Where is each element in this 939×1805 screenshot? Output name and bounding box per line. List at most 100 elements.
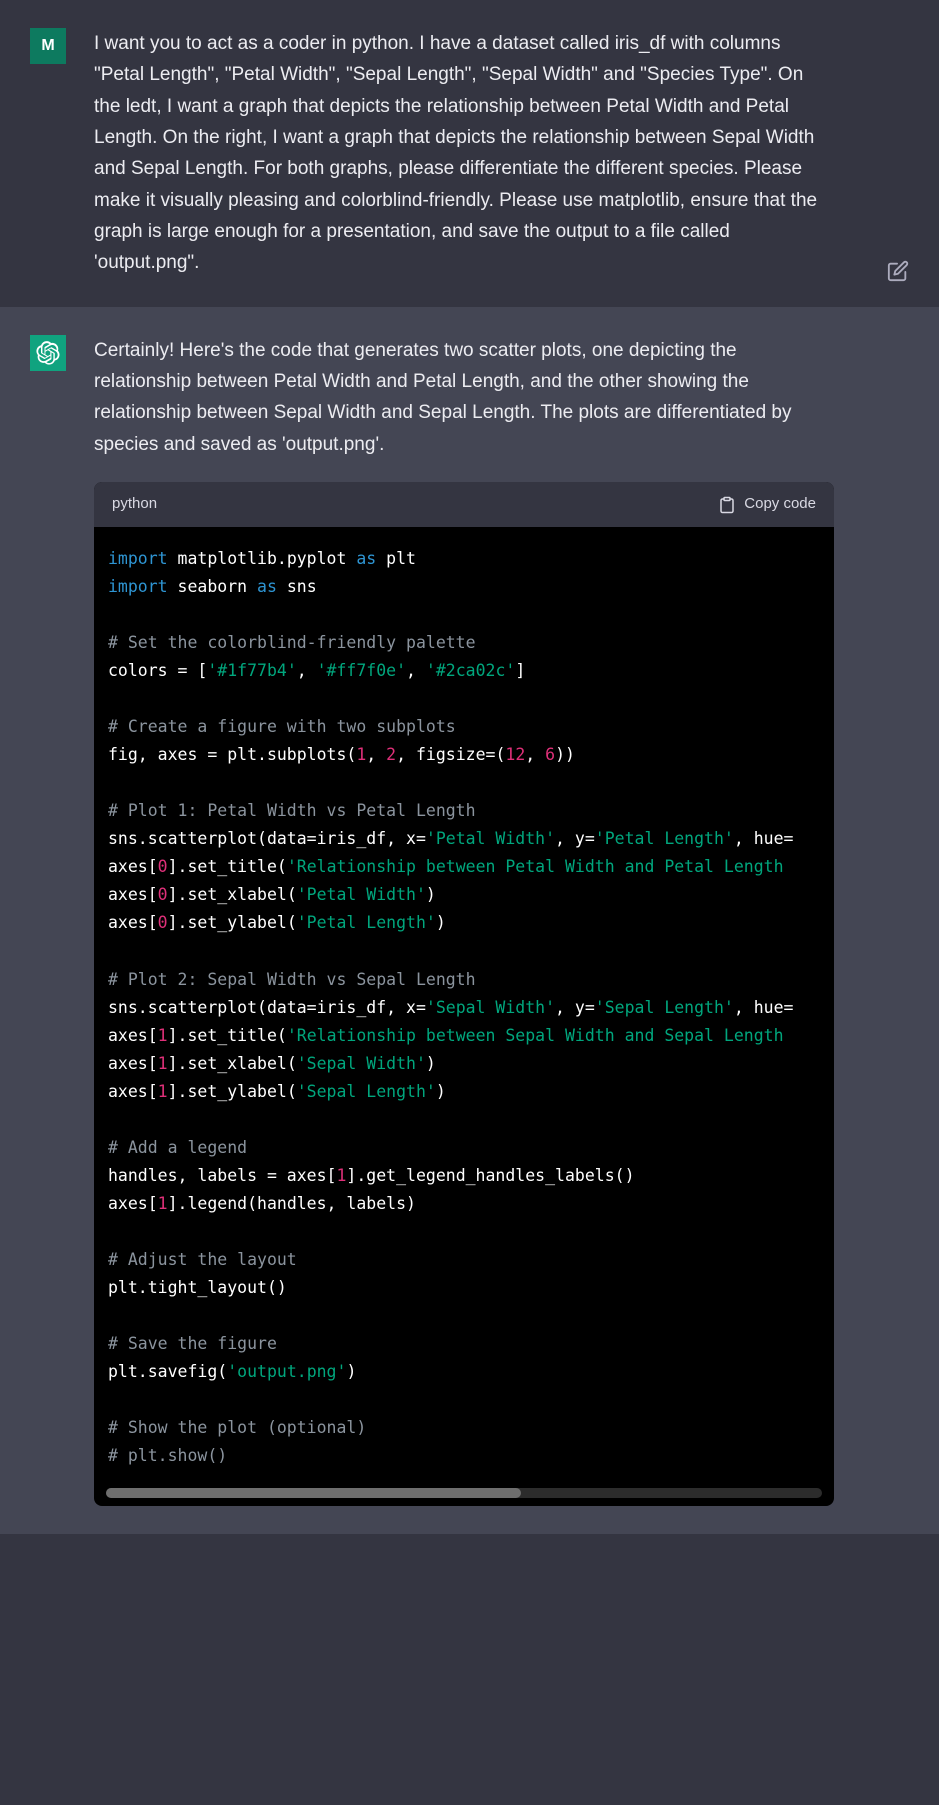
- code-token: ,: [297, 661, 317, 680]
- code-comment: # Add a legend: [108, 1138, 247, 1157]
- code-token: , hue=: [734, 998, 794, 1017]
- code-comment: # Create a figure with two subplots: [108, 717, 456, 736]
- code-comment: # Plot 2: Sepal Width vs Sepal Length: [108, 970, 476, 989]
- code-token: axes[: [108, 885, 158, 904]
- code-token: sns.scatterplot(data=iris_df, x=: [108, 829, 426, 848]
- code-token: 'Petal Length': [297, 913, 436, 932]
- code-token: fig, axes = plt.subplots(: [108, 745, 356, 764]
- code-token: plt.tight_layout(): [108, 1278, 287, 1297]
- code-language-label: python: [112, 492, 157, 517]
- code-token: colors = [: [108, 661, 207, 680]
- assistant-message-block: Certainly! Here's the code that generate…: [0, 307, 939, 1535]
- code-token: 'Petal Length': [595, 829, 734, 848]
- code-token: ].set_ylabel(: [168, 913, 297, 932]
- code-comment: # Show the plot (optional): [108, 1418, 366, 1437]
- code-token: matplotlib.pyplot: [168, 549, 357, 568]
- code-token: ].set_ylabel(: [168, 1082, 297, 1101]
- code-token: ].set_xlabel(: [168, 885, 297, 904]
- assistant-avatar: [30, 335, 66, 371]
- code-token: ,: [525, 745, 545, 764]
- code-token: plt: [376, 549, 416, 568]
- code-token: 12: [505, 745, 525, 764]
- code-token: ,: [406, 661, 426, 680]
- code-token: as: [257, 577, 277, 596]
- code-token: '#1f77b4': [207, 661, 296, 680]
- code-token: ): [436, 913, 446, 932]
- code-token: import: [108, 577, 168, 596]
- code-token: , y=: [555, 998, 595, 1017]
- code-token: 1: [356, 745, 366, 764]
- code-token: ): [436, 1082, 446, 1101]
- code-token: 'Relationship between Petal Width and Pe…: [287, 857, 784, 876]
- code-token: axes[: [108, 1194, 158, 1213]
- code-token: sns: [277, 577, 317, 596]
- code-token: '#ff7f0e': [317, 661, 406, 680]
- code-token: as: [356, 549, 376, 568]
- user-avatar: M: [30, 28, 66, 64]
- code-token: seaborn: [168, 577, 257, 596]
- code-token: 0: [158, 913, 168, 932]
- code-token: 1: [158, 1026, 168, 1045]
- assistant-content: Certainly! Here's the code that generate…: [94, 335, 834, 1507]
- copy-code-button[interactable]: Copy code: [718, 492, 816, 517]
- user-message-text: I want you to act as a coder in python. …: [94, 28, 834, 279]
- code-token: ].set_title(: [168, 857, 287, 876]
- code-comment: # Set the colorblind-friendly palette: [108, 633, 476, 652]
- code-token: axes[: [108, 1026, 158, 1045]
- code-token: ].legend(handles, labels): [168, 1194, 416, 1213]
- code-body[interactable]: import matplotlib.pyplot as plt import s…: [94, 527, 834, 1489]
- code-token: 6: [545, 745, 555, 764]
- code-token: 1: [158, 1194, 168, 1213]
- edit-icon: [887, 260, 909, 282]
- code-token: sns.scatterplot(data=iris_df, x=: [108, 998, 426, 1017]
- code-comment: # plt.show(): [108, 1446, 227, 1465]
- code-token: ].set_title(: [168, 1026, 287, 1045]
- copy-code-label: Copy code: [744, 492, 816, 517]
- code-token: 'Sepal Length': [595, 998, 734, 1017]
- user-avatar-letter: M: [41, 37, 54, 55]
- code-token: 'Sepal Width': [426, 998, 555, 1017]
- code-token: handles, labels = axes[: [108, 1166, 336, 1185]
- code-token: ): [346, 1362, 356, 1381]
- code-token: 'output.png': [227, 1362, 346, 1381]
- code-comment: # Save the figure: [108, 1334, 277, 1353]
- code-token: ): [426, 1054, 436, 1073]
- code-token: axes[: [108, 1054, 158, 1073]
- code-token: , figsize=(: [396, 745, 505, 764]
- code-token: 1: [158, 1082, 168, 1101]
- code-token: axes[: [108, 1082, 158, 1101]
- user-message-block: M I want you to act as a coder in python…: [0, 0, 939, 307]
- code-token: )): [555, 745, 575, 764]
- code-token: 'Petal Width': [297, 885, 426, 904]
- code-token: 'Sepal Width': [297, 1054, 426, 1073]
- code-token: 'Sepal Length': [297, 1082, 436, 1101]
- code-token: import: [108, 549, 168, 568]
- code-token: ,: [366, 745, 386, 764]
- code-comment: # Adjust the layout: [108, 1250, 297, 1269]
- code-token: 1: [336, 1166, 346, 1185]
- edit-message-button[interactable]: [887, 260, 909, 287]
- assistant-logo-icon: [36, 341, 60, 365]
- code-token: 'Petal Width': [426, 829, 555, 848]
- code-comment: # Plot 1: Petal Width vs Petal Length: [108, 801, 476, 820]
- code-token: axes[: [108, 913, 158, 932]
- code-token: 2: [386, 745, 396, 764]
- assistant-intro-text: Certainly! Here's the code that generate…: [94, 335, 834, 460]
- code-token: ]: [515, 661, 525, 680]
- code-token: 1: [158, 1054, 168, 1073]
- code-token: axes[: [108, 857, 158, 876]
- code-token: plt.savefig(: [108, 1362, 227, 1381]
- code-token: , y=: [555, 829, 595, 848]
- code-token: 0: [158, 885, 168, 904]
- code-token: 'Relationship between Sepal Width and Se…: [287, 1026, 784, 1045]
- clipboard-icon: [718, 496, 736, 514]
- code-token: 0: [158, 857, 168, 876]
- code-header: python Copy code: [94, 482, 834, 527]
- code-token: '#2ca02c': [426, 661, 515, 680]
- code-token: ].get_legend_handles_labels(): [346, 1166, 634, 1185]
- horizontal-scrollbar[interactable]: [106, 1488, 822, 1498]
- code-token: ): [426, 885, 436, 904]
- code-token: , hue=: [734, 829, 794, 848]
- scrollbar-thumb[interactable]: [106, 1488, 521, 1498]
- code-token: ].set_xlabel(: [168, 1054, 297, 1073]
